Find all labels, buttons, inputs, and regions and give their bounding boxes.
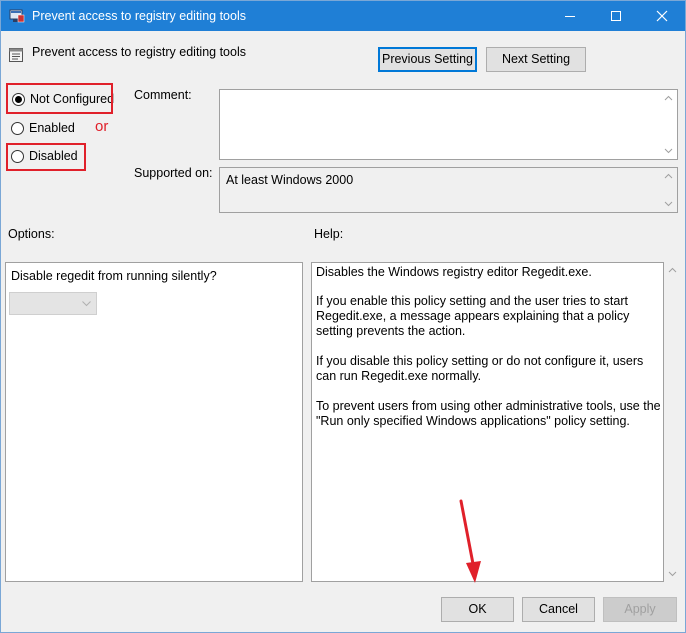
annotation-arrow-icon: [459, 499, 481, 583]
radio-button[interactable]: [11, 122, 24, 135]
options-dropdown[interactable]: [9, 292, 97, 315]
chevron-down-icon: [82, 301, 91, 307]
help-panel: Disables the Windows registry editor Reg…: [311, 262, 664, 582]
annotation-box-disabled: [6, 143, 86, 171]
scroll-up-icon: [668, 267, 677, 273]
previous-setting-button[interactable]: Previous Setting: [378, 47, 477, 72]
comment-label: Comment:: [134, 88, 192, 102]
comment-textarea[interactable]: [219, 89, 678, 160]
apply-button[interactable]: Apply: [603, 597, 677, 622]
supported-on-field: At least Windows 2000: [219, 167, 678, 213]
scroll-down-icon: [664, 148, 673, 154]
close-icon: [656, 10, 668, 22]
close-button[interactable]: [639, 1, 685, 31]
scroll-down-icon: [668, 571, 677, 577]
annotation-box-not-configured: [6, 83, 113, 114]
window-title: Prevent access to registry editing tools: [32, 9, 246, 23]
title-bar[interactable]: Prevent access to registry editing tools: [1, 1, 685, 31]
next-setting-button[interactable]: Next Setting: [486, 47, 586, 72]
options-label: Options:: [8, 227, 55, 241]
options-question: Disable regedit from running silently?: [11, 269, 217, 283]
supported-on-label: Supported on:: [134, 166, 213, 180]
supported-on-value: At least Windows 2000: [226, 173, 354, 187]
scroll-down-icon: [664, 201, 673, 207]
help-paragraph: If you disable this policy setting or do…: [316, 354, 644, 383]
maximize-icon: [611, 11, 621, 21]
help-scrollbar[interactable]: [664, 262, 681, 582]
minimize-button[interactable]: [547, 1, 593, 31]
policy-app-icon: [9, 8, 25, 24]
help-paragraph: To prevent users from using other admini…: [316, 399, 661, 428]
help-paragraph: Disables the Windows registry editor Reg…: [316, 265, 592, 279]
scroll-up-icon: [664, 173, 673, 179]
help-paragraph: If you enable this policy setting and th…: [316, 294, 630, 338]
annotation-or-text: or: [95, 118, 109, 135]
maximize-button[interactable]: [593, 1, 639, 31]
scroll-up-icon: [664, 95, 673, 101]
policy-name: Prevent access to registry editing tools: [32, 45, 246, 59]
supported-scrollbar[interactable]: [660, 168, 677, 212]
cancel-button[interactable]: Cancel: [522, 597, 595, 622]
options-panel: Disable regedit from running silently?: [5, 262, 303, 582]
ok-button[interactable]: OK: [441, 597, 514, 622]
policy-dialog-window: Prevent access to registry editing tools…: [0, 0, 686, 633]
comment-scrollbar[interactable]: [660, 90, 677, 159]
help-label: Help:: [314, 227, 344, 241]
radio-label: Enabled: [29, 121, 75, 135]
policy-setting-icon: [8, 47, 24, 63]
minimize-icon: [565, 16, 575, 17]
